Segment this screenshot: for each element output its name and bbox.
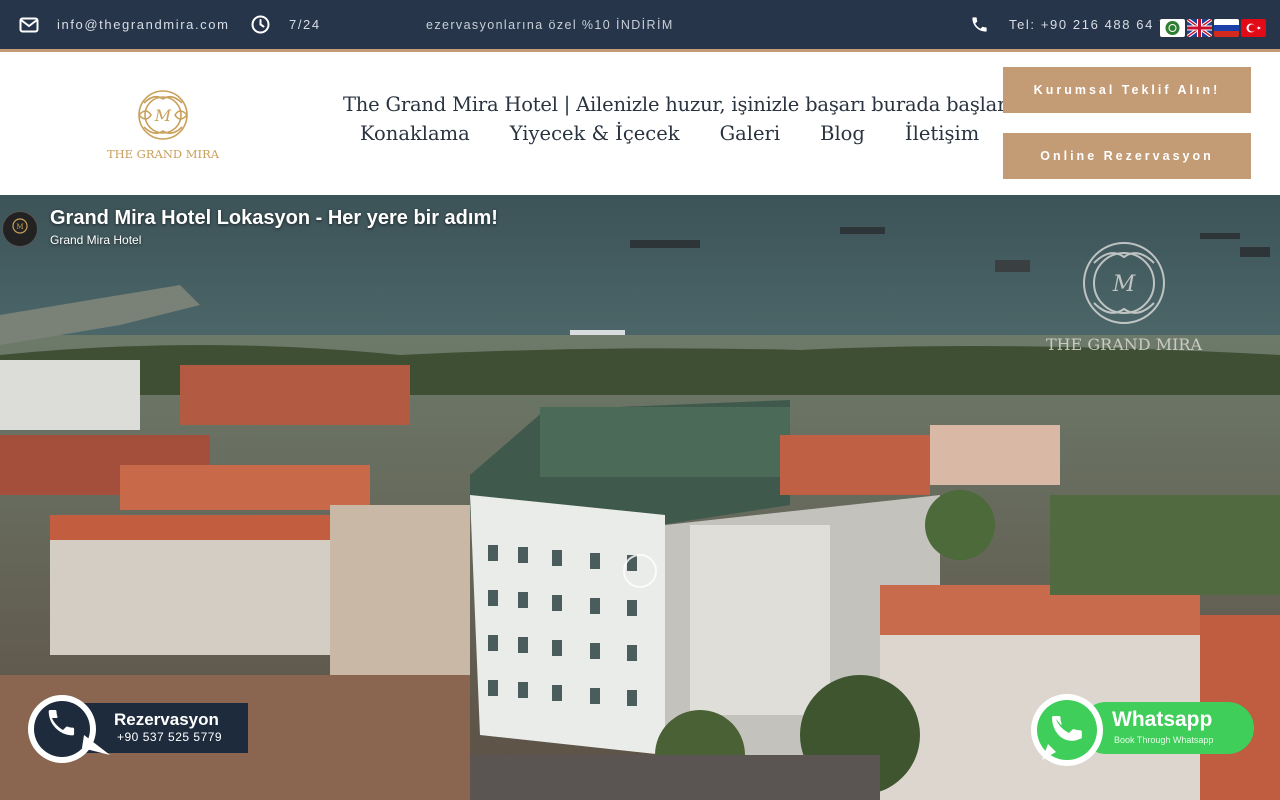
grand-mira-logo-icon: M THE GRAND MIRA <box>107 90 220 161</box>
phone-text: Tel: +90 216 488 64 7 <box>1009 17 1169 32</box>
nav-konaklama[interactable]: Konaklama <box>360 122 470 145</box>
promo-marquee: ezervasyonlarına özel %10 İNDİRİM <box>426 17 674 32</box>
english-flag[interactable] <box>1187 19 1212 37</box>
reservation-label: Rezervasyon <box>114 710 219 729</box>
corporate-offer-button[interactable]: Kurumsal Teklif Alın! <box>1003 67 1251 113</box>
whatsapp-float-button[interactable]: Whatsapp Book Through Whatsapp <box>1028 692 1256 766</box>
svg-text:M: M <box>1112 272 1136 297</box>
whatsapp-label: Whatsapp <box>1112 708 1213 731</box>
arabic-flag[interactable] <box>1160 19 1185 37</box>
envelope-icon <box>19 17 39 32</box>
site-header: M THE GRAND MIRA The Grand Mira Hotel | … <box>0 52 1280 195</box>
channel-avatar[interactable]: M <box>2 211 38 247</box>
online-reservation-button[interactable]: Online Rezervasyon <box>1003 133 1251 179</box>
nav-galeri[interactable]: Galeri <box>720 122 781 145</box>
whatsapp-sub: Book Through Whatsapp <box>1114 735 1214 745</box>
language-switcher <box>1160 19 1266 37</box>
video-watermark: M THE GRAND MIRA <box>1018 235 1230 355</box>
reservation-float-button[interactable]: Rezervasyon +90 537 525 5779 <box>22 693 248 765</box>
hours-info: 7/24 <box>251 0 321 49</box>
svg-text:THE GRAND MIRA: THE GRAND MIRA <box>107 147 220 161</box>
hours-text: 7/24 <box>289 17 321 32</box>
russian-flag[interactable] <box>1214 19 1239 37</box>
video-channel-name[interactable]: Grand Mira Hotel <box>50 233 141 247</box>
nav-yiyecek-icecek[interactable]: Yiyecek & İçecek <box>510 122 680 145</box>
svg-text:M: M <box>16 223 23 231</box>
nav-iletisim[interactable]: İletişim <box>905 122 979 145</box>
phone-link[interactable]: Tel: +90 216 488 64 7 <box>970 0 1168 49</box>
phone-icon <box>972 17 987 32</box>
email-text: info@thegrandmira.com <box>57 17 230 32</box>
video-title[interactable]: Grand Mira Hotel Lokasyon - Her yere bir… <box>50 207 498 230</box>
main-nav: Konaklama Yiyecek & İçecek Galeri Blog İ… <box>360 122 979 145</box>
turkish-flag[interactable] <box>1241 19 1266 37</box>
nav-blog[interactable]: Blog <box>820 122 865 145</box>
svg-text:M: M <box>154 106 172 125</box>
site-logo[interactable]: M THE GRAND MIRA <box>94 85 234 165</box>
clock-icon <box>251 15 270 34</box>
top-bar: info@thegrandmira.com 7/24 ezervasyonlar… <box>0 0 1280 49</box>
site-title: The Grand Mira Hotel | Ailenizle huzur, … <box>343 93 1007 116</box>
email-link[interactable]: info@thegrandmira.com <box>19 0 230 49</box>
svg-text:THE GRAND MIRA: THE GRAND MIRA <box>1046 335 1202 354</box>
reservation-phone: +90 537 525 5779 <box>117 730 223 744</box>
